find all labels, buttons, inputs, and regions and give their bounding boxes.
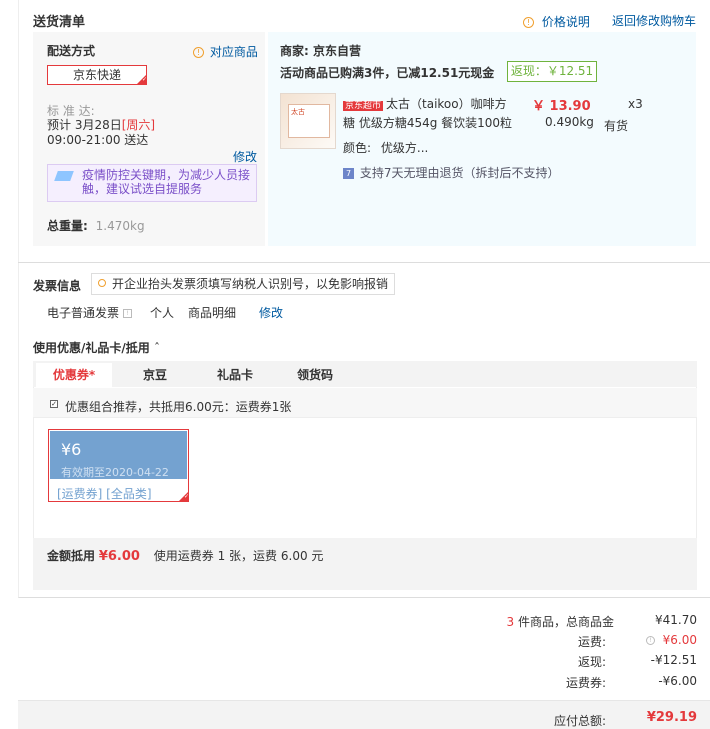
- rebate-value: -¥12.51: [650, 653, 697, 667]
- standard-label: 标 准 达:: [47, 104, 95, 118]
- tab-coupon[interactable]: 优惠券*: [36, 363, 112, 387]
- delivery-modify-link[interactable]: 修改: [233, 148, 257, 165]
- flag-icon: [54, 171, 74, 181]
- match-goods-link[interactable]: ! 对应商品: [193, 43, 258, 60]
- payable-bar: [18, 700, 710, 729]
- product-image[interactable]: 太古: [280, 93, 336, 149]
- voucher-value: -¥6.00: [658, 674, 697, 688]
- coupon-expiry: 有效期至2020-04-22: [61, 466, 169, 479]
- delivery-method-option[interactable]: 京东快递: [47, 65, 147, 85]
- product-title-link[interactable]: 京东超市 太古（taikoo）咖啡方糖 优级方糖454g 餐饮装100粒: [343, 96, 515, 132]
- return-policy: 7 支持7天无理由退货（拆封后不支持）: [343, 164, 559, 181]
- invoice-modify-link[interactable]: 修改: [259, 304, 283, 321]
- match-goods-label: 对应商品: [209, 45, 258, 59]
- product-qty: x3: [628, 97, 643, 111]
- voucher-label: 运费券:: [565, 676, 606, 690]
- tab-jd-beans[interactable]: 京豆: [120, 363, 190, 387]
- tab-redeem-code[interactable]: 领货码: [280, 363, 350, 387]
- rebate-label: 返现:: [577, 655, 606, 669]
- invoice-type-text: 电子普通发票: [47, 306, 120, 320]
- info-icon[interactable]: !: [645, 636, 655, 645]
- goods-count-suffix: 件商品，总商品金: [514, 615, 614, 629]
- bulb-icon: [98, 279, 106, 287]
- delivery-weekday: [周六]: [121, 118, 156, 132]
- promo-text: 活动商品已购满3件，已减12.51元现金: [280, 66, 495, 80]
- selected-check-icon: [179, 492, 189, 501]
- coupon-section-toggle[interactable]: 使用优惠/礼品卡/抵用 ˆ: [33, 339, 160, 356]
- merchant-label: 商家: 京东自营: [280, 44, 361, 58]
- invoice-person: 个人: [150, 306, 175, 320]
- coupon-summary: [33, 538, 697, 590]
- delivery-date: 预计 3月28日: [47, 118, 122, 132]
- product-weight: 0.490kg: [545, 115, 594, 129]
- tab-gift-card[interactable]: 礼品卡: [200, 363, 270, 387]
- coupon-section-title: 使用优惠/礼品卡/抵用: [33, 341, 150, 355]
- return-policy-text: 支持7天无理由退货（拆封后不支持）: [359, 166, 560, 180]
- invoice-detail: 商品明细: [188, 306, 237, 320]
- product-image-text: 太古: [291, 108, 305, 116]
- product-color: 颜色: 优级方...: [343, 139, 428, 156]
- product-price: ￥ 13.90: [532, 99, 591, 114]
- total-weight: 总重量: 1.470kg: [47, 217, 145, 234]
- price-note-label: 价格说明: [541, 15, 590, 29]
- payable-label: 应付总额:: [553, 714, 606, 728]
- return-icon: 7: [343, 168, 354, 179]
- shipping-value: ! ¥6.00: [620, 633, 697, 647]
- summary-detail: 使用运费券 1 张，运费 6.00 元: [153, 549, 324, 563]
- combo-text: 优惠组合推荐，共抵用6.00元：运费券1张: [65, 400, 292, 414]
- supermarket-tag: 京东超市: [343, 101, 384, 111]
- combo-checkbox[interactable]: ✓: [50, 400, 58, 408]
- selected-check-icon: [137, 75, 147, 84]
- info-icon: !: [523, 17, 534, 28]
- color-value: 优级方...: [380, 141, 429, 155]
- coupon-amount: ¥6: [61, 440, 82, 459]
- invoice-tip-text: 开企业抬头发票须填写纳税人识别号，以免影响报销: [112, 277, 389, 291]
- invoice-type: 电子普通发票 !: [47, 304, 132, 321]
- price-note-link[interactable]: ! 价格说明: [523, 13, 590, 30]
- back-to-cart-link[interactable]: 返回修改购物车: [612, 12, 696, 29]
- divider: [18, 262, 710, 263]
- goods-count-label: 3 件商品，总商品金: [380, 613, 614, 630]
- delivery-time: 预计 3月28日[周六] 09:00-21:00 送达: [47, 118, 167, 148]
- stock-status: 有货: [604, 119, 629, 133]
- invoice-title: 发票信息: [33, 279, 82, 293]
- invoice-tip: 开企业抬头发票须填写纳税人识别号，以免影响报销: [91, 273, 396, 295]
- weight-label: 总重量:: [47, 219, 88, 233]
- summary-amount: ¥6.00: [98, 549, 140, 564]
- summary-label: 金额抵用: [47, 549, 96, 563]
- shipping-label: 运费:: [577, 635, 606, 649]
- chevron-up-icon: ˆ: [153, 341, 160, 355]
- coupon-summary-line: 金额抵用 ¥6.00 使用运费券 1 张，运费 6.00 元: [47, 547, 323, 564]
- notice-text: 疫情防控关键期，为减少人员接触，建议试选自提服务: [82, 168, 251, 196]
- section-title: 送货清单: [33, 15, 86, 30]
- coupon-card[interactable]: ¥6 有效期至2020-04-22 [运费券] [全品类]: [48, 429, 189, 502]
- shipping-amount: ¥6.00: [662, 633, 697, 647]
- weight-value: 1.470kg: [95, 219, 145, 233]
- delivery-label: 配送方式: [47, 44, 96, 58]
- coupon-tags: [运费券] [全品类]: [57, 487, 152, 501]
- epidemic-notice: 疫情防控关键期，为减少人员接触，建议试选自提服务: [47, 164, 257, 202]
- info-icon[interactable]: !: [122, 309, 132, 318]
- goods-amount: ¥41.70: [655, 613, 697, 627]
- info-icon: !: [193, 47, 204, 58]
- delivery-method-label: 京东快递: [72, 68, 121, 82]
- payable-amount: ¥29.19: [646, 710, 697, 725]
- delivery-window: 09:00-21:00 送达: [47, 133, 149, 147]
- color-label: 颜色:: [343, 141, 372, 155]
- rebate-badge: 返现：￥12.51: [507, 61, 597, 82]
